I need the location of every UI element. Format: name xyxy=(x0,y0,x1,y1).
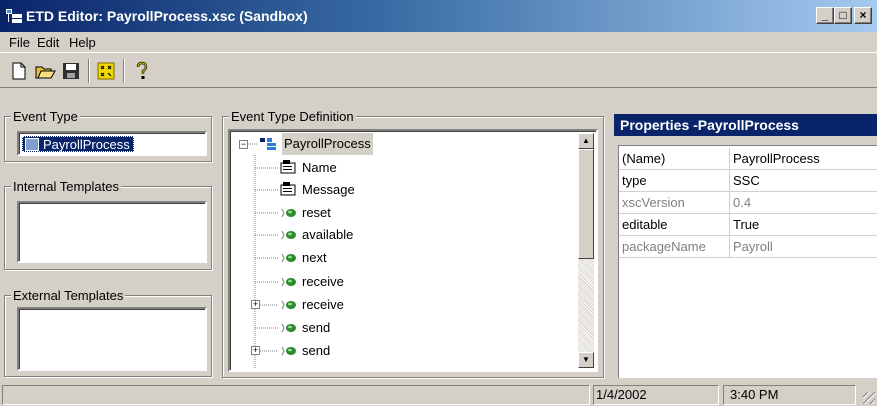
menu-edit[interactable]: Edit xyxy=(37,35,59,50)
tree-node-label: next xyxy=(302,250,327,265)
maximize-button[interactable]: □ xyxy=(834,7,852,24)
menu-file[interactable]: File xyxy=(9,35,30,50)
method-icon xyxy=(281,300,296,310)
properties-grid: (Name) PayrollProcess type SSC xscVersio… xyxy=(618,145,877,378)
tree-node-label: Message xyxy=(302,182,355,197)
method-icon xyxy=(281,230,296,240)
tree-node-label: receive xyxy=(302,297,344,312)
tree-node-name[interactable]: Name xyxy=(280,157,420,179)
external-templates-list[interactable] xyxy=(17,307,207,371)
property-name: packageName xyxy=(622,239,706,254)
field-icon xyxy=(280,160,296,174)
property-row-editable[interactable]: editable True xyxy=(619,214,877,236)
event-type-icon xyxy=(260,138,276,150)
expand-send-toggle[interactable]: + xyxy=(251,346,260,355)
tree-node-label: send xyxy=(302,343,331,358)
tree-node-receive-overload[interactable]: receive xyxy=(280,294,420,316)
property-value: 0.4 xyxy=(729,192,877,213)
property-name: (Name) xyxy=(622,151,666,166)
external-templates-label: External Templates xyxy=(11,288,126,303)
property-value[interactable]: True xyxy=(729,214,877,235)
tree-node-send-overload[interactable]: send xyxy=(280,340,420,362)
expand-receive-toggle[interactable]: + xyxy=(251,300,260,309)
tree-node-label: available xyxy=(302,227,354,242)
tree-node-message[interactable]: Message xyxy=(280,179,420,201)
minimize-button[interactable]: _ xyxy=(816,7,834,24)
tree-node-label: send xyxy=(302,320,331,335)
property-row-packagename[interactable]: packageName Payroll xyxy=(619,236,877,258)
title-bar: ETD Editor: PayrollProcess.xsc (Sandbox)… xyxy=(0,0,877,32)
event-type-icon xyxy=(25,138,39,151)
toolbar-separator xyxy=(123,59,125,83)
window-title: ETD Editor: PayrollProcess.xsc (Sandbox) xyxy=(26,8,308,24)
etd-app-icon xyxy=(6,9,22,23)
internal-templates-label: Internal Templates xyxy=(11,179,121,194)
property-name: xscVersion xyxy=(622,195,685,210)
scrollbar-thumb[interactable] xyxy=(578,149,594,259)
property-value[interactable]: PayrollProcess xyxy=(729,148,877,169)
status-bar: 1/4/2002 3:40 PM xyxy=(0,383,877,406)
tree-vertical-scrollbar[interactable]: ▲ ▼ xyxy=(578,133,594,368)
property-value[interactable]: SSC xyxy=(729,170,877,191)
tree-root-node[interactable]: PayrollProcess xyxy=(260,133,420,155)
property-row-type[interactable]: type SSC xyxy=(619,170,877,192)
event-type-label: Event Type xyxy=(11,109,80,124)
property-name: type xyxy=(622,173,647,188)
method-icon xyxy=(281,323,296,333)
method-icon xyxy=(281,208,296,218)
tree-node-reset[interactable]: reset xyxy=(280,202,420,224)
tree-node-next[interactable]: next xyxy=(280,247,420,269)
save-disk-icon[interactable] xyxy=(60,60,82,82)
method-icon xyxy=(281,253,296,263)
menu-help[interactable]: Help xyxy=(69,35,96,50)
toolbar-separator xyxy=(88,59,90,83)
definition-tree[interactable]: − PayrollProcess Name Message reset avai… xyxy=(230,131,596,370)
toolbar xyxy=(0,52,877,88)
tree-root-label: PayrollProcess xyxy=(282,133,373,155)
property-name: editable xyxy=(622,217,668,232)
property-row-name[interactable]: (Name) PayrollProcess xyxy=(619,148,877,170)
tree-node-receive[interactable]: receive xyxy=(280,271,420,293)
property-row-xscversion[interactable]: xscVersion 0.4 xyxy=(619,192,877,214)
status-message xyxy=(2,385,590,405)
internal-templates-list[interactable] xyxy=(17,201,207,263)
method-icon xyxy=(281,346,296,356)
scroll-down-arrow-icon[interactable]: ▼ xyxy=(578,352,594,368)
tree-node-label: reset xyxy=(302,205,331,220)
menu-bar: File Edit Help xyxy=(0,32,877,52)
event-type-value: PayrollProcess xyxy=(43,137,130,152)
close-button[interactable]: × xyxy=(854,7,872,24)
tree-node-available[interactable]: available xyxy=(280,224,420,246)
scroll-up-arrow-icon[interactable]: ▲ xyxy=(578,133,594,149)
properties-header: Properties -PayrollProcess xyxy=(614,114,877,136)
status-date: 1/4/2002 xyxy=(593,385,719,405)
collapse-root-toggle[interactable]: − xyxy=(239,140,248,149)
compile-icon[interactable] xyxy=(95,60,117,82)
method-icon xyxy=(281,277,296,287)
new-document-icon[interactable] xyxy=(8,60,30,82)
field-icon xyxy=(280,182,296,196)
tree-node-label: Name xyxy=(302,160,337,175)
tree-node-send[interactable]: send xyxy=(280,317,420,339)
property-value: Payroll xyxy=(729,236,877,257)
resize-grip-icon[interactable] xyxy=(863,392,875,404)
help-icon[interactable] xyxy=(131,60,153,82)
tree-node-label: receive xyxy=(302,274,344,289)
open-folder-icon[interactable] xyxy=(34,60,56,82)
event-type-list[interactable]: PayrollProcess xyxy=(17,131,207,156)
event-type-item[interactable]: PayrollProcess xyxy=(22,136,134,152)
status-time: 3:40 PM xyxy=(723,385,856,405)
event-type-definition-label: Event Type Definition xyxy=(229,109,356,124)
